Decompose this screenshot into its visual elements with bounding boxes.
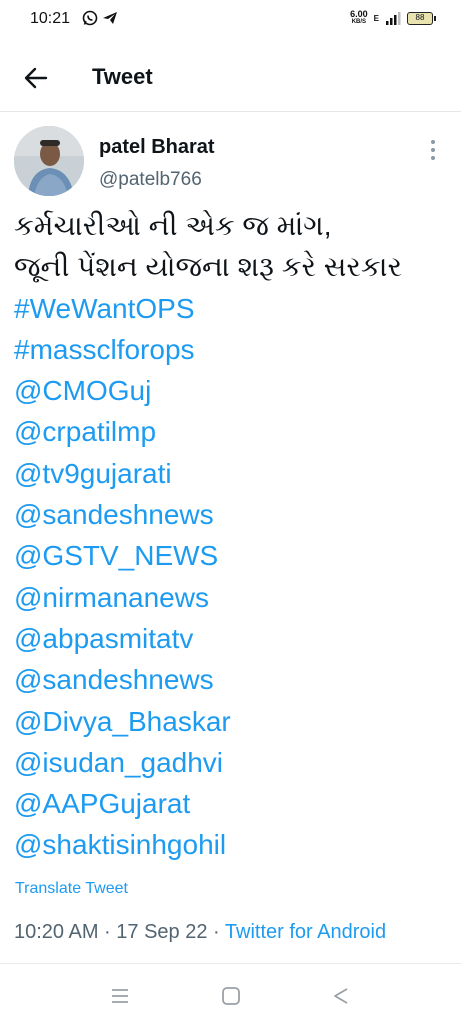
- vertical-ellipsis-icon[interactable]: [423, 136, 443, 164]
- author-handle[interactable]: @patelb766: [99, 169, 202, 191]
- mention-link[interactable]: @CMOGuj: [14, 370, 454, 411]
- telegram-icon: [103, 12, 117, 24]
- translate-tweet-link[interactable]: Translate Tweet: [15, 880, 128, 898]
- menu-icon[interactable]: [108, 984, 132, 1008]
- tweet-text: કર્મચારીઓ ની એક જ માંગ, જૂની પેંશન યોજના…: [14, 205, 454, 866]
- hashtag-link[interactable]: #massclforops: [14, 329, 454, 370]
- net-speed: 6.00 KB/S: [350, 10, 368, 26]
- network-type: E: [373, 13, 379, 23]
- tweet-author: patel Bharat @patelb766: [14, 126, 447, 200]
- mention-link[interactable]: @GSTV_NEWS: [14, 535, 454, 576]
- back-triangle-icon[interactable]: [329, 984, 353, 1008]
- status-system-icons: 6.00 KB/S E 88: [350, 10, 436, 26]
- header: Tweet: [0, 40, 461, 112]
- mention-link[interactable]: @nirmananews: [14, 577, 454, 618]
- system-nav-bar: [0, 964, 461, 1024]
- status-bar: 10:21 6.00 KB/S E 88: [0, 0, 461, 40]
- signal-icon: [386, 12, 401, 25]
- tweet-text-line: જૂની પેંશન યોજના શરૂ કરે સરકાર: [14, 251, 403, 283]
- whatsapp-icon: [82, 10, 98, 26]
- mention-link[interactable]: @tv9gujarati: [14, 453, 454, 494]
- battery-icon: 88: [407, 11, 436, 25]
- mention-link[interactable]: @Divya_Bhaskar: [14, 701, 454, 742]
- tweet-source-link[interactable]: Twitter for Android: [225, 921, 386, 943]
- status-notification-icons: [82, 10, 118, 26]
- page-title: Tweet: [92, 64, 153, 89]
- tweet-meta: 10:20 AM · 17 Sep 22 · Twitter for Andro…: [14, 921, 386, 944]
- mention-link[interactable]: @abpasmitatv: [14, 618, 454, 659]
- mention-link[interactable]: @AAPGujarat: [14, 783, 454, 824]
- mention-link[interactable]: @sandeshnews: [14, 659, 454, 700]
- mention-link[interactable]: @crpatilmp: [14, 411, 454, 452]
- avatar[interactable]: [14, 126, 84, 196]
- mention-link[interactable]: @sandeshnews: [14, 494, 454, 535]
- tweet-text-line: કર્મચારીઓ ની એક જ માંગ,: [14, 210, 332, 241]
- arrow-left-icon[interactable]: [20, 62, 52, 94]
- net-speed-unit: KB/S: [351, 19, 367, 25]
- home-square-icon[interactable]: [219, 984, 243, 1008]
- author-name[interactable]: patel Bharat: [99, 136, 215, 159]
- mention-link[interactable]: @shaktisinhgohil: [14, 824, 454, 865]
- tweet-timestamp: 10:20 AM · 17 Sep 22 ·: [14, 921, 225, 943]
- hashtag-link[interactable]: #WeWantOPS: [14, 288, 454, 329]
- status-time: 10:21: [30, 10, 71, 27]
- mention-link[interactable]: @isudan_gadhvi: [14, 742, 454, 783]
